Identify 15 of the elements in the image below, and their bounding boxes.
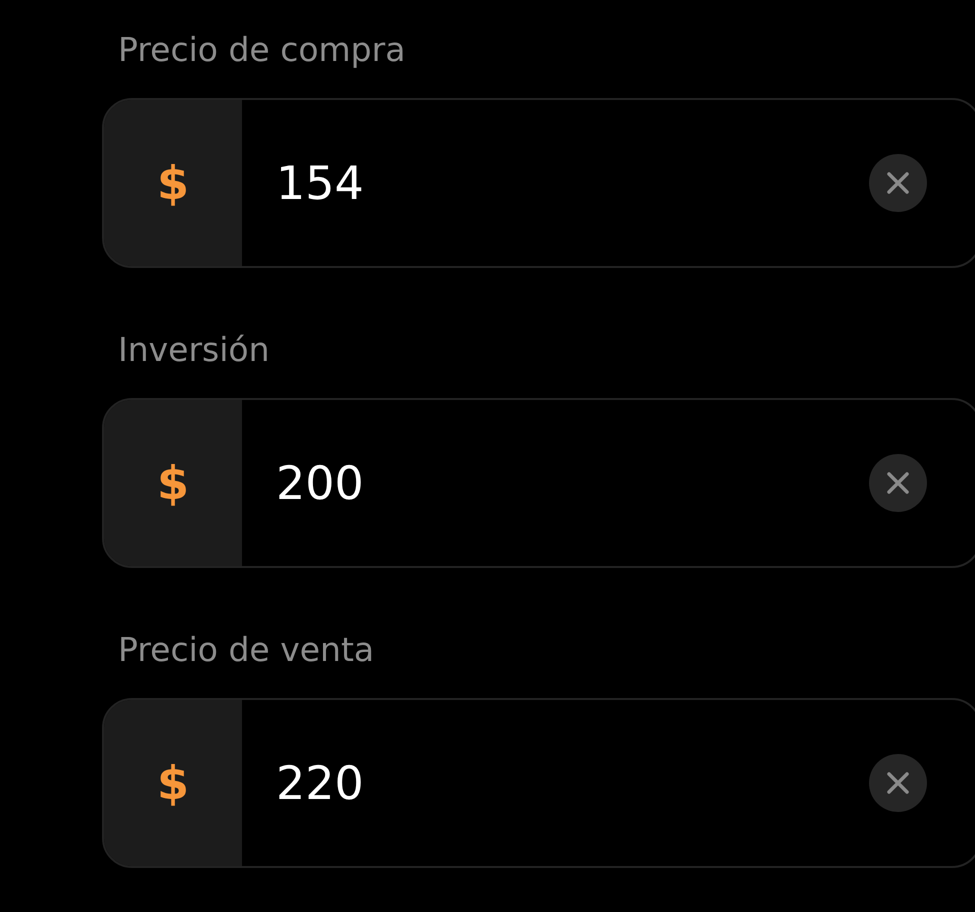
field-label: Inversión: [118, 329, 270, 371]
close-icon: [886, 171, 910, 195]
currency-prefix: $: [156, 156, 189, 210]
field-label: Precio de compra: [118, 29, 406, 71]
input-field[interactable]: $ 220: [102, 698, 975, 868]
amount-input[interactable]: 200: [242, 456, 869, 510]
input-field[interactable]: $ 200: [102, 398, 975, 568]
amount-input[interactable]: 220: [242, 756, 869, 810]
amount-input[interactable]: 154: [242, 156, 869, 210]
close-icon: [886, 471, 910, 495]
currency-prefix: $: [156, 456, 189, 510]
currency-prefix: $: [156, 756, 189, 810]
close-icon: [886, 771, 910, 795]
field-label: Precio de venta: [118, 629, 374, 671]
input-field[interactable]: $ 154: [102, 98, 975, 268]
